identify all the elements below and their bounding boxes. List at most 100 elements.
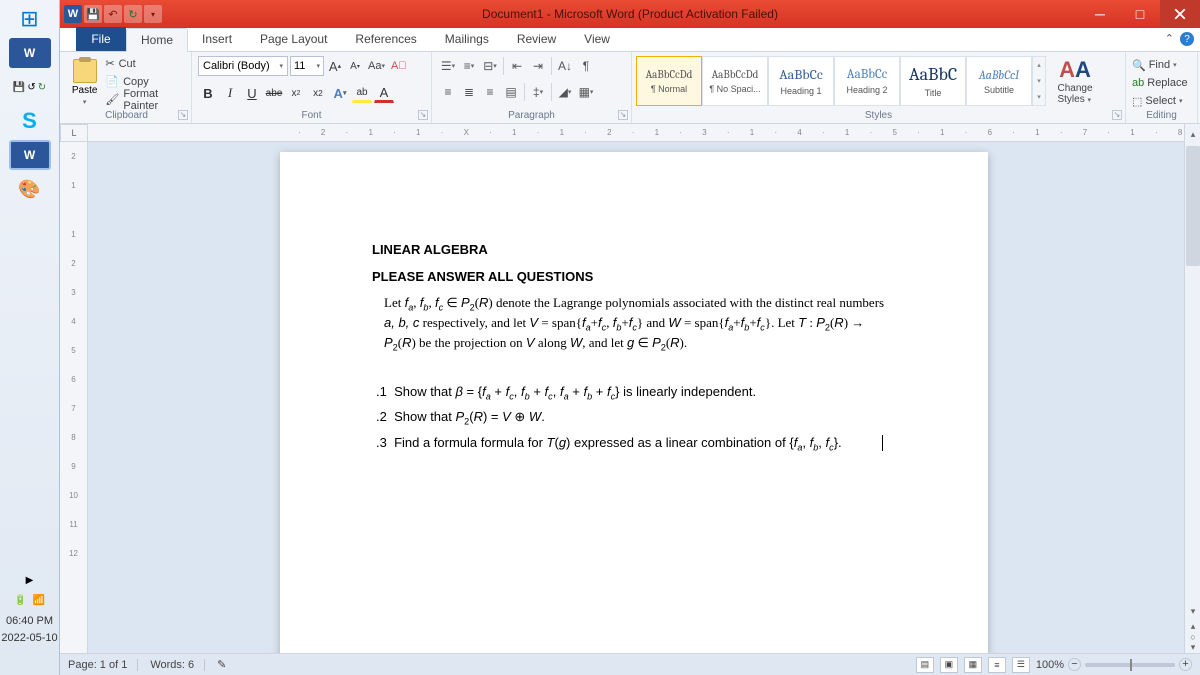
tab-view[interactable]: View bbox=[570, 27, 624, 51]
line-spacing-button[interactable]: ‡▾ bbox=[528, 82, 548, 102]
format-painter-button[interactable]: 🖌Format Painter bbox=[105, 91, 185, 108]
save-icon[interactable]: 💾 bbox=[84, 5, 102, 23]
ruler-corner[interactable]: L bbox=[60, 124, 88, 142]
scroll-up-icon[interactable]: ▴ bbox=[1185, 126, 1200, 142]
font-name-combo[interactable]: Calibri (Body)▾ bbox=[198, 56, 288, 76]
font-launcher[interactable]: ↘ bbox=[418, 110, 428, 120]
styles-launcher[interactable]: ↘ bbox=[1112, 110, 1122, 120]
close-button[interactable] bbox=[1160, 0, 1200, 28]
inc-indent-button[interactable]: ⇥ bbox=[528, 56, 548, 76]
ribbon-min-icon[interactable]: ⌃ bbox=[1165, 32, 1174, 46]
scroll-down-icon[interactable]: ▾ bbox=[1185, 603, 1200, 619]
find-button[interactable]: 🔍Find▾ bbox=[1132, 57, 1191, 73]
change-case-button[interactable]: Aa▾ bbox=[366, 56, 387, 76]
quick-access-toolbar[interactable]: W 💾 ↶ ↻ ▾ bbox=[60, 5, 166, 23]
multilevel-button[interactable]: ⊟▾ bbox=[480, 56, 500, 76]
start-button[interactable]: ⊞ bbox=[9, 4, 51, 34]
change-styles-button[interactable]: AAChangeStyles ▾ bbox=[1052, 57, 1098, 105]
tab-references[interactable]: References bbox=[341, 27, 430, 51]
text-effects-button[interactable]: A▾ bbox=[330, 83, 350, 103]
zoom-slider[interactable] bbox=[1085, 663, 1175, 667]
replace-button[interactable]: abReplace bbox=[1132, 75, 1191, 91]
maximize-button[interactable]: □ bbox=[1120, 0, 1160, 28]
tab-home[interactable]: Home bbox=[126, 28, 188, 52]
tab-review[interactable]: Review bbox=[503, 27, 570, 51]
borders-button[interactable]: ▦▾ bbox=[576, 82, 596, 102]
zoom-value[interactable]: 100% bbox=[1036, 659, 1064, 671]
cut-button[interactable]: ✂Cut bbox=[105, 55, 185, 72]
align-center-button[interactable]: ≣ bbox=[459, 82, 479, 102]
style-heading-1[interactable]: AaBbCcHeading 1 bbox=[768, 56, 834, 106]
qat-more-icon[interactable]: ▾ bbox=[144, 5, 162, 23]
paste-button[interactable]: Paste ▾ bbox=[68, 55, 101, 109]
superscript-button[interactable]: x2 bbox=[308, 83, 328, 103]
vertical-ruler[interactable]: 21123456789101112 bbox=[60, 142, 88, 653]
showhide-button[interactable]: ¶ bbox=[576, 56, 596, 76]
help-icon[interactable]: ? bbox=[1180, 32, 1194, 46]
paint-icon[interactable]: 🎨 bbox=[9, 174, 51, 204]
grow-font-button[interactable]: A▴ bbox=[326, 56, 344, 76]
shrink-font-button[interactable]: A▾ bbox=[346, 56, 364, 76]
style-heading-2[interactable]: AaBbCcHeading 2 bbox=[834, 56, 900, 106]
shading-button[interactable]: ◢▾ bbox=[555, 82, 575, 102]
dec-indent-button[interactable]: ⇤ bbox=[507, 56, 527, 76]
clear-format-button[interactable]: A⃠ bbox=[389, 56, 409, 76]
vertical-scrollbar[interactable]: ▴ ▾ ▴○▾ bbox=[1184, 124, 1200, 653]
minimize-button[interactable]: ─ bbox=[1080, 0, 1120, 28]
browse-object-nav[interactable]: ▴○▾ bbox=[1185, 621, 1200, 653]
italic-button[interactable]: I bbox=[220, 83, 240, 103]
font-color-button[interactable]: A bbox=[374, 83, 394, 103]
fullscreen-view[interactable]: ▣ bbox=[940, 657, 958, 673]
paragraph-launcher[interactable]: ↘ bbox=[618, 110, 628, 120]
find-label: Find bbox=[1149, 59, 1170, 71]
justify-button[interactable]: ▤ bbox=[501, 82, 521, 102]
word-taskbar-icon[interactable]: W bbox=[9, 38, 51, 68]
redo-icon[interactable]: ↻ bbox=[124, 5, 142, 23]
copy-icon: 📄 bbox=[105, 75, 119, 88]
clipboard-launcher[interactable]: ↘ bbox=[178, 110, 188, 120]
zoom-out-button[interactable]: − bbox=[1068, 658, 1081, 671]
page-indicator[interactable]: Page: 1 of 1 bbox=[68, 659, 138, 671]
tab-mailings[interactable]: Mailings bbox=[431, 27, 503, 51]
date: 2022-05-10 bbox=[0, 632, 59, 644]
file-tab[interactable]: File bbox=[76, 27, 126, 51]
bold-button[interactable]: B bbox=[198, 83, 218, 103]
align-right-button[interactable]: ≡ bbox=[480, 82, 500, 102]
word-app-icon[interactable]: W bbox=[9, 140, 51, 170]
subscript-button[interactable]: x2 bbox=[286, 83, 306, 103]
horizontal-ruler[interactable]: · 2 · 1 · 1 · X · 1 · 1 · 2 · 1 · 3 · 1 … bbox=[88, 124, 1184, 142]
sort-button[interactable]: A↓ bbox=[555, 56, 575, 76]
document-area: L · 2 · 1 · 1 · X · 1 · 1 · 2 · 1 · 3 · … bbox=[60, 124, 1200, 653]
font-size-combo[interactable]: 11▾ bbox=[290, 56, 324, 76]
tab-page-layout[interactable]: Page Layout bbox=[246, 27, 341, 51]
outline-view[interactable]: ≡ bbox=[988, 657, 1006, 673]
style-subtitle[interactable]: AaBbCcISubtitle bbox=[966, 56, 1032, 106]
qat-undo-group[interactable]: 💾↺↻ bbox=[9, 72, 51, 102]
numbering-button[interactable]: ≡▾ bbox=[459, 56, 479, 76]
style---no-spaci---[interactable]: AaBbCcDd¶ No Spaci... bbox=[702, 56, 768, 106]
highlight-button[interactable]: ab bbox=[352, 83, 372, 103]
tab-insert[interactable]: Insert bbox=[188, 27, 246, 51]
tray-expand-icon[interactable]: ▶ bbox=[26, 575, 34, 586]
select-button[interactable]: ⬚Select▾ bbox=[1132, 93, 1191, 109]
underline-button[interactable]: U bbox=[242, 83, 262, 103]
bullets-button[interactable]: ☰▾ bbox=[438, 56, 458, 76]
tray-icons[interactable]: 🔋📶 bbox=[14, 595, 45, 606]
strike-button[interactable]: abe bbox=[264, 83, 284, 103]
print-layout-view[interactable]: ▤ bbox=[916, 657, 934, 673]
draft-view[interactable]: ☰ bbox=[1012, 657, 1030, 673]
scroll-thumb[interactable] bbox=[1186, 146, 1200, 266]
word-count[interactable]: Words: 6 bbox=[150, 659, 205, 671]
style-title[interactable]: AaBbCTitle bbox=[900, 56, 966, 106]
zoom-in-button[interactable]: + bbox=[1179, 658, 1192, 671]
proofing-icon[interactable]: ✎ bbox=[217, 658, 236, 671]
web-view[interactable]: ▦ bbox=[964, 657, 982, 673]
align-left-button[interactable]: ≡ bbox=[438, 82, 458, 102]
document-page[interactable]: LINEAR ALGEBRA PLEASE ANSWER ALL QUESTIO… bbox=[280, 152, 988, 653]
font-group: Calibri (Body)▾ 11▾ A▴ A▾ Aa▾ A⃠ B I U a… bbox=[192, 52, 432, 123]
undo-icon[interactable]: ↶ bbox=[104, 5, 122, 23]
styles-more-button[interactable]: ▴▾▾ bbox=[1032, 56, 1046, 106]
font-size-value: 11 bbox=[294, 60, 305, 72]
skype-icon[interactable]: S bbox=[9, 106, 51, 136]
style---normal[interactable]: AaBbCcDd¶ Normal bbox=[636, 56, 702, 106]
